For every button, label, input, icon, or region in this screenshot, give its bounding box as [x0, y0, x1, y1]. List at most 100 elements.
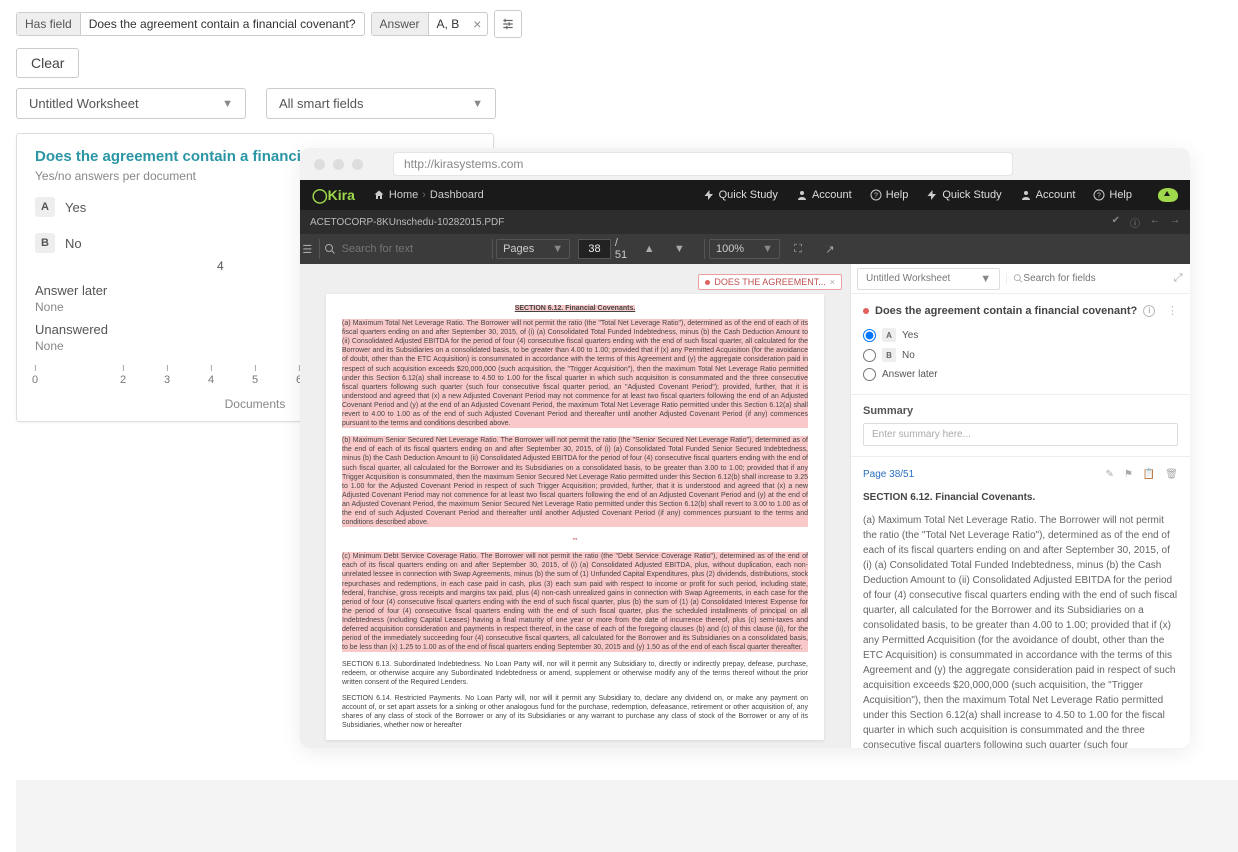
radio-no[interactable] — [863, 349, 876, 362]
summary-input[interactable]: Enter summary here... — [863, 423, 1178, 446]
doc-titlebar: ACETOCORP-8KUnschedu-10282015.PDF ✔ ⓘ ← … — [300, 210, 1190, 234]
upload-cloud-icon[interactable] — [1158, 188, 1178, 202]
sliders-icon — [501, 17, 515, 31]
side-search-input[interactable] — [1023, 273, 1160, 284]
body-text: SECTION 6.14. Restricted Payments. No Lo… — [342, 694, 808, 730]
nav-help-2[interactable]: ?Help — [1093, 189, 1132, 201]
smartfields-dropdown-label: All smart fields — [279, 96, 364, 111]
question-text: Does the agreement contain a financial c… — [875, 305, 1137, 317]
page-number-input[interactable]: 38 — [578, 239, 611, 259]
option-answer-later[interactable]: Answer later — [863, 365, 1178, 384]
collapse-panel-icon[interactable]: ⤢ — [1166, 272, 1190, 285]
help-icon: ? — [1093, 189, 1105, 201]
axis-tick: 2 — [120, 365, 126, 386]
radio-yes[interactable] — [863, 329, 876, 342]
nav-quick-study[interactable]: Quick Study — [703, 189, 778, 201]
chevron-down-icon: ▼ — [472, 98, 483, 110]
filter-has-field-label: Has field — [17, 13, 81, 35]
check-icon[interactable]: ✔ — [1112, 215, 1120, 230]
filter-answer-label: Answer — [372, 13, 429, 35]
bar-label: No — [65, 236, 82, 251]
document-pane[interactable]: DOES THE AGREEMENT... × SECTION 6.12. Fi… — [300, 264, 850, 748]
filter-answer-remove-icon[interactable]: × — [467, 16, 487, 32]
summary-block: Summary Enter summary here... — [851, 395, 1190, 457]
extract-block[interactable]: Page 38/51 ✎ ⚑ 📋 🗑 SECTION 6.12. Financi… — [851, 457, 1190, 748]
doc-toolbar: ☰ Pages▼ 38 / 51 ▲ ▼ 100%▼ ⛶ ↗ — [300, 234, 1190, 264]
option-no[interactable]: B No — [863, 345, 1178, 365]
window-controls[interactable] — [314, 159, 363, 170]
highlighted-text: (a) Maximum Total Net Leverage Ratio. Th… — [342, 319, 808, 428]
highlight-chip[interactable]: DOES THE AGREEMENT... × — [698, 274, 842, 290]
axis-tick: 3 — [164, 365, 170, 386]
lightning-icon — [703, 189, 715, 201]
axis-tick: 5 — [252, 365, 258, 386]
nav-account-2[interactable]: Account — [1020, 189, 1076, 201]
axis-tick: 4 — [208, 365, 214, 386]
svg-text:?: ? — [1097, 193, 1101, 200]
lightning-icon — [926, 189, 938, 201]
pages-dropdown[interactable]: Pages▼ — [496, 239, 570, 259]
bar-key: A — [35, 197, 55, 217]
menu-button[interactable]: ☰ — [300, 235, 315, 263]
filter-settings-button[interactable] — [494, 10, 522, 38]
nav-quick-study-2[interactable]: Quick Study — [926, 189, 1001, 201]
open-external-icon[interactable]: ↗ — [816, 235, 844, 263]
worksheet-dropdown[interactable]: Untitled Worksheet ▼ — [16, 88, 246, 119]
nav-dashboard[interactable]: Dashboard — [430, 189, 484, 201]
side-panel: Untitled Worksheet▼ ⤢ Does the agreement… — [850, 264, 1190, 748]
extract-paragraph: (a) Maximum Total Net Leverage Ratio. Th… — [863, 513, 1178, 748]
chevron-down-icon: ▼ — [222, 98, 233, 110]
filter-answer[interactable]: Answer A, B × — [371, 12, 489, 36]
page-break-icon: ▪▪ — [342, 535, 808, 544]
browser-chrome: http://kirasystems.com — [300, 148, 1190, 180]
address-bar[interactable]: http://kirasystems.com — [393, 152, 1013, 176]
radio-later[interactable] — [863, 368, 876, 381]
pdf-page: SECTION 6.12. Financial Covenants. (a) M… — [326, 294, 824, 740]
section-title: SECTION 6.12. Financial Covenants. — [515, 305, 636, 312]
body-text: SECTION 6.13. Subordinated Indebtedness.… — [342, 660, 808, 687]
filter-has-field[interactable]: Has field Does the agreement contain a f… — [16, 12, 365, 36]
nav-help[interactable]: ?Help — [870, 189, 909, 201]
page-down-icon[interactable]: ▼ — [666, 235, 692, 263]
kira-logo[interactable]: ◯Kira — [312, 187, 355, 204]
svg-text:?: ? — [874, 193, 878, 200]
flag-icon[interactable]: ⚑ — [1124, 467, 1133, 482]
bar-key: B — [35, 233, 55, 253]
filter-has-field-value: Does the agreement contain a financial c… — [81, 13, 364, 35]
clear-button[interactable]: Clear — [16, 48, 79, 78]
nav-account[interactable]: Account — [796, 189, 852, 201]
smartfields-dropdown[interactable]: All smart fields ▼ — [266, 88, 496, 119]
close-icon[interactable]: × — [830, 277, 835, 287]
maximize-dot-icon[interactable] — [352, 159, 363, 170]
prev-doc-icon[interactable]: ← — [1150, 215, 1160, 230]
trash-icon[interactable]: 🗑 — [1165, 467, 1178, 482]
search-icon[interactable] — [323, 235, 338, 263]
extract-title: SECTION 6.12. Financial Covenants. — [863, 490, 1178, 505]
option-yes[interactable]: A Yes — [863, 325, 1178, 345]
dot-icon — [705, 280, 710, 285]
question-block: Does the agreement contain a financial c… — [851, 294, 1190, 395]
minimize-dot-icon[interactable] — [333, 159, 344, 170]
highlighted-text: (b) Maximum Senior Secured Net Leverage … — [342, 436, 808, 527]
kebab-menu-icon[interactable]: ⋮ — [1167, 304, 1178, 317]
worksheet-dropdown-label: Untitled Worksheet — [29, 96, 139, 111]
fit-width-icon[interactable]: ⛶ — [784, 235, 812, 263]
dot-icon — [863, 308, 869, 314]
page-reference-link[interactable]: Page 38/51 — [863, 467, 914, 482]
kira-header: ◯Kira Home › Dashboard Quick Study Accou… — [300, 180, 1190, 210]
side-worksheet-dropdown[interactable]: Untitled Worksheet▼ — [857, 268, 1000, 290]
summary-label: Summary — [863, 405, 1178, 417]
doc-filename: ACETOCORP-8KUnschedu-10282015.PDF — [310, 217, 504, 228]
page-up-icon[interactable]: ▲ — [636, 235, 662, 263]
zoom-dropdown[interactable]: 100%▼ — [709, 239, 780, 259]
user-icon — [796, 189, 808, 201]
info-circle-icon[interactable]: ⓘ — [1130, 215, 1140, 230]
copy-icon[interactable]: 📋 — [1143, 467, 1155, 482]
next-doc-icon[interactable]: → — [1170, 215, 1180, 230]
user-icon — [1020, 189, 1032, 201]
doc-search-input[interactable] — [338, 239, 488, 259]
close-dot-icon[interactable] — [314, 159, 325, 170]
info-icon[interactable]: i — [1143, 305, 1155, 317]
nav-home[interactable]: Home — [373, 189, 418, 201]
edit-icon[interactable]: ✎ — [1105, 467, 1113, 482]
